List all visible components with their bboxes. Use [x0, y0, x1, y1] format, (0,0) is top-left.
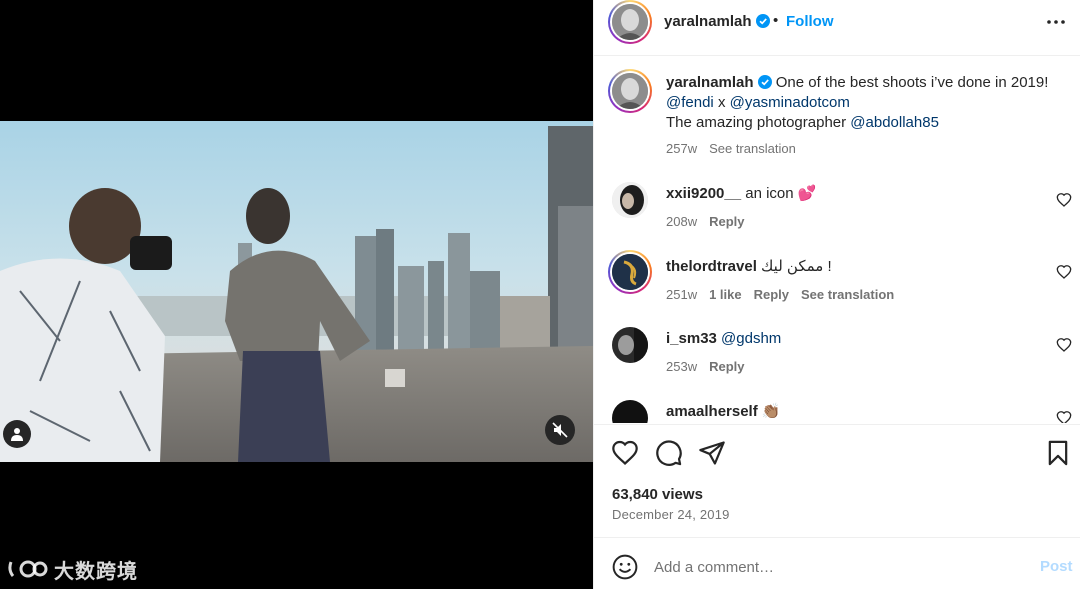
emoji-icon[interactable]	[612, 554, 638, 580]
user-tag-button[interactable]	[3, 420, 31, 448]
post-video[interactable]	[0, 121, 593, 462]
caption-photographer-text: The amazing photographer	[666, 114, 847, 131]
like-heart-icon[interactable]	[611, 439, 639, 467]
comment-2-like-heart-icon[interactable]	[1056, 264, 1072, 280]
comment-4-like-heart-icon[interactable]	[1056, 410, 1072, 423]
comment-2-reply[interactable]: Reply	[754, 287, 789, 302]
comment-avatar[interactable]	[608, 250, 652, 294]
caption-mention-photographer[interactable]: @abdollah85	[850, 114, 939, 131]
header-username-text: yaralnamlah	[664, 13, 752, 30]
more-options-button[interactable]	[1044, 12, 1068, 32]
verified-badge-icon	[755, 14, 770, 28]
video-still-image	[0, 121, 593, 462]
caption-x: x	[717, 94, 726, 111]
caption-mention-yasmina[interactable]: @yasminadotcom	[730, 94, 850, 111]
watermark-text: 大数跨境	[54, 558, 138, 583]
comment-3-meta: 253w Reply	[666, 359, 744, 374]
comment-2-username[interactable]: thelordtravel	[666, 258, 757, 275]
comment-2-line: thelordtravel ممكن ليك !	[666, 257, 832, 277]
header-avatar[interactable]	[608, 0, 652, 44]
media-pane: 大数跨境	[0, 0, 593, 589]
share-icon[interactable]	[698, 439, 726, 467]
caption-line-2: @fendi x @yasminadotcom	[666, 93, 850, 113]
caption-line-3: The amazing photographer @abdollah85	[666, 113, 939, 133]
caption-see-translation[interactable]: See translation	[709, 141, 796, 156]
comment-2-meta: 251w 1 like Reply See translation	[666, 287, 894, 302]
comment-3-username[interactable]: i_sm33	[666, 330, 717, 347]
post-side-pane: yaralnamlah • Follow yaralnamlah One of …	[593, 0, 1080, 589]
avatar-image	[612, 254, 648, 290]
comment-1-like-heart-icon[interactable]	[1056, 192, 1072, 208]
comment-2-text: ممكن ليك !	[761, 258, 832, 275]
comment-1-text: an icon 💕	[745, 185, 817, 202]
comment-4-line: amaalherself 👏🏽	[666, 402, 781, 422]
post-date[interactable]: December 24, 2019	[612, 507, 730, 522]
header-username[interactable]: yaralnamlah	[664, 13, 770, 30]
comments-list[interactable]: yaralnamlah One of the best shoots i’ve …	[594, 57, 1080, 423]
comment-icon[interactable]	[655, 439, 683, 467]
watermark-logo-icon	[8, 560, 48, 578]
avatar-image	[612, 73, 648, 109]
comment-input[interactable]	[654, 554, 1024, 580]
caption-username[interactable]: yaralnamlah	[666, 74, 754, 91]
caption-meta: 257w See translation	[666, 141, 796, 156]
comment-2-see-translation[interactable]: See translation	[801, 287, 894, 302]
avatar-image	[612, 182, 648, 218]
follow-button[interactable]: Follow	[786, 13, 834, 30]
comment-4-text: 👏🏽	[761, 403, 781, 420]
comment-1-meta: 208w Reply	[666, 214, 744, 229]
comment-3-reply[interactable]: Reply	[709, 359, 744, 374]
comment-3-line: i_sm33 @gdshm	[666, 329, 781, 349]
avatar-image	[612, 327, 648, 363]
bookmark-icon[interactable]	[1044, 439, 1072, 467]
comment-avatar[interactable]	[612, 182, 648, 218]
add-comment-bar: Post	[594, 537, 1080, 589]
post-comment-button[interactable]: Post	[1040, 558, 1073, 575]
post-header: yaralnamlah • Follow	[594, 0, 1080, 56]
caption-time[interactable]: 257w	[666, 141, 697, 156]
caption-mention-fendi[interactable]: @fendi	[666, 94, 714, 111]
comment-4-username[interactable]: amaalherself	[666, 403, 758, 420]
user-tag-icon	[11, 428, 23, 441]
more-options-icon	[1047, 20, 1065, 24]
comment-1-time[interactable]: 208w	[666, 214, 697, 229]
comment-2-time[interactable]: 251w	[666, 287, 697, 302]
comment-1-line: xxii9200__ an icon 💕	[666, 184, 816, 204]
avatar-image	[612, 4, 648, 40]
watermark: 大数跨境	[8, 554, 138, 584]
comment-avatar[interactable]	[612, 400, 648, 423]
view-count[interactable]: 63,840 views	[612, 486, 703, 503]
comment-3-mention[interactable]: @gdshm	[721, 330, 781, 347]
mute-button[interactable]	[545, 415, 575, 445]
comment-1-username[interactable]: xxii9200__	[666, 185, 741, 202]
post-actions: 63,840 views December 24, 2019	[594, 424, 1080, 537]
comment-2-likes[interactable]: 1 like	[709, 287, 742, 302]
comment-3-time[interactable]: 253w	[666, 359, 697, 374]
comment-3-like-heart-icon[interactable]	[1056, 337, 1072, 353]
comment-avatar[interactable]	[612, 327, 648, 363]
verified-badge-icon	[757, 75, 772, 89]
caption-text: One of the best shoots i’ve done in 2019…	[775, 74, 1049, 91]
muted-speaker-icon	[552, 422, 568, 438]
header-separator: •	[773, 12, 779, 29]
caption-line-1: yaralnamlah One of the best shoots i’ve …	[666, 73, 1048, 93]
comment-1-reply[interactable]: Reply	[709, 214, 744, 229]
caption-avatar[interactable]	[608, 69, 652, 113]
